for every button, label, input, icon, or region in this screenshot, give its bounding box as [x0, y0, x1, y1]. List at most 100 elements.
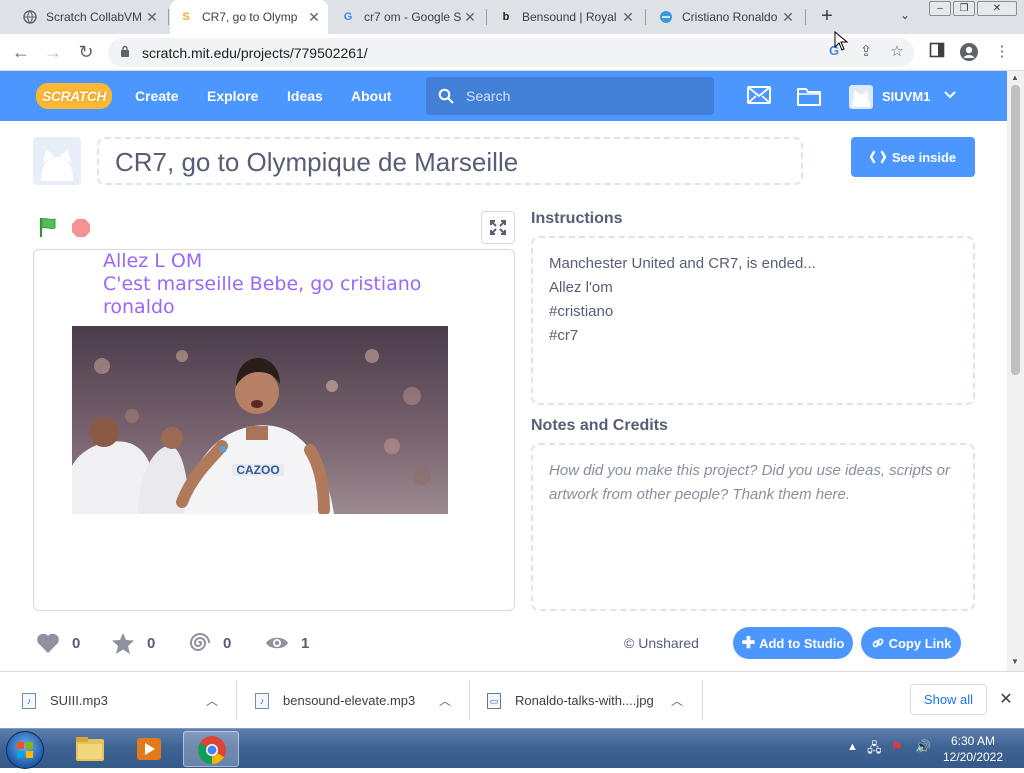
chevron-up-icon[interactable]: ︿ — [206, 692, 218, 709]
volume-icon[interactable]: 🔊 — [915, 739, 931, 755]
favorite-count-value: 0 — [147, 634, 156, 652]
scroll-down-icon[interactable]: ▼ — [1011, 657, 1019, 666]
nav-ideas[interactable]: Ideas — [287, 88, 323, 104]
instructions-text-area[interactable]: Manchester United and CR7, is ended... A… — [531, 236, 975, 405]
tab-divider — [645, 9, 646, 25]
windows-start-button[interactable] — [6, 731, 44, 769]
notes-text-area[interactable]: How did you make this project? Did you u… — [531, 443, 975, 611]
site-icon — [658, 9, 674, 25]
add-to-studio-button[interactable]: ✚ Add to Studio — [733, 627, 853, 659]
close-tab-icon[interactable]: ✕ — [462, 9, 478, 26]
tab-title: cr7 om - Google S — [364, 10, 462, 24]
unshared-label: Unshared — [638, 635, 699, 651]
download-item-suiii[interactable]: ♪ SUIII.mp3 ︿ — [22, 672, 232, 729]
show-all-downloads-button[interactable]: Show all — [910, 684, 987, 715]
scratch-logo[interactable]: SCRATCH — [36, 83, 112, 109]
unshared-status: © Unshared — [624, 635, 699, 651]
project-stage[interactable]: Allez L OM C'est marseille Bebe, go cris… — [33, 249, 515, 611]
search-icon — [438, 88, 454, 104]
search-input[interactable] — [466, 87, 696, 105]
instructions-line: #cr7 — [549, 327, 579, 344]
chevron-down-icon[interactable]: ⌄ — [896, 8, 914, 26]
tab-cristiano-ronaldo[interactable]: Cristiano Ronaldo ✕ — [650, 0, 802, 34]
nav-create[interactable]: Create — [135, 88, 179, 104]
tab-title: CR7, go to Olymp — [202, 10, 298, 24]
globe-icon — [22, 9, 38, 25]
scratch-navbar: SCRATCH Create Explore Ideas About SIUVM… — [0, 71, 1007, 121]
tab-scratch-project[interactable]: S CR7, go to Olymp ✕ — [170, 0, 328, 34]
clock-date: 12/20/2022 — [942, 750, 1004, 764]
forward-arrow-icon[interactable]: → — [42, 42, 64, 64]
add-to-studio-label: Add to Studio — [759, 635, 845, 651]
download-divider — [236, 680, 237, 720]
action-center-icon[interactable]: ⚑ — [891, 739, 903, 755]
back-arrow-icon[interactable]: ← — [10, 42, 32, 64]
tab-scratch-collabvm[interactable]: Scratch CollabVM ✕ — [14, 0, 166, 34]
profile-icon[interactable] — [959, 42, 979, 62]
chevron-up-icon[interactable]: ▲ — [847, 741, 858, 753]
green-flag-icon[interactable] — [38, 216, 60, 238]
tab-strip: Scratch CollabVM ✕ S CR7, go to Olymp ✕ … — [0, 0, 1024, 34]
chevron-up-icon[interactable]: ︿ — [671, 692, 683, 709]
taskbar-explorer[interactable] — [62, 731, 118, 767]
messages-icon[interactable] — [747, 86, 771, 107]
nav-about[interactable]: About — [351, 88, 391, 104]
close-tab-icon[interactable]: ✕ — [306, 9, 322, 26]
project-title-field[interactable]: CR7, go to Olympique de Marseille — [97, 137, 803, 185]
side-panel-icon[interactable] — [927, 42, 947, 62]
close-window-button[interactable]: ✕ — [977, 1, 1017, 16]
close-tab-icon[interactable]: ✕ — [144, 9, 160, 26]
jersey-sponsor-text: CAZOO — [236, 463, 279, 477]
network-icon[interactable]: 🖧 — [867, 739, 882, 761]
nav-explore[interactable]: Explore — [207, 88, 258, 104]
download-item-bensound[interactable]: ♪ bensound-elevate.mp3 ︿ — [255, 672, 465, 729]
windows-taskbar: ▲ 🖧 ⚑ 🔊 6:30 AM 12/20/2022 — [0, 728, 1024, 769]
copy-link-button[interactable]: Copy Link — [861, 627, 961, 659]
eye-icon — [266, 637, 288, 649]
tab-title: Cristiano Ronaldo — [682, 10, 778, 24]
star-icon[interactable]: ☆ — [887, 42, 907, 62]
tab-google-search[interactable]: G cr7 om - Google S ✕ — [332, 0, 484, 34]
audio-file-icon: ♪ — [22, 692, 36, 709]
close-download-bar-icon[interactable]: ✕ — [998, 689, 1014, 708]
taskbar-clock[interactable]: 6:30 AM 12/20/2022 — [938, 733, 1008, 765]
see-inside-label: See inside — [891, 149, 957, 165]
love-count-value: 0 — [72, 634, 81, 652]
love-count[interactable]: 0 — [36, 631, 80, 655]
folder-icon — [76, 737, 104, 761]
favorite-count[interactable]: 0 — [111, 631, 155, 655]
download-item-ronaldo-jpg[interactable]: ▭ Ronaldo-talks-with....jpg ︿ — [487, 672, 697, 729]
search-box[interactable] — [426, 77, 714, 115]
chevron-down-icon[interactable] — [944, 88, 956, 102]
stop-sign-icon[interactable] — [71, 218, 91, 238]
kebab-menu-icon[interactable]: ⋮ — [992, 42, 1012, 62]
project-author-avatar[interactable] — [33, 137, 81, 185]
remix-count-value: 0 — [223, 634, 232, 652]
share-icon[interactable]: ⇪ — [856, 42, 876, 62]
avatar[interactable] — [849, 85, 873, 109]
taskbar-chrome[interactable] — [183, 731, 239, 767]
fullscreen-button[interactable] — [481, 211, 515, 244]
minimize-button[interactable]: – — [929, 1, 951, 16]
page-scrollbar[interactable]: ▲ ▼ — [1007, 71, 1024, 671]
maximize-button[interactable]: ❐ — [953, 1, 975, 16]
see-inside-button[interactable]: See inside — [851, 137, 975, 177]
close-tab-icon[interactable]: ✕ — [620, 9, 636, 26]
scrollbar-thumb[interactable] — [1011, 85, 1020, 375]
reload-icon[interactable]: ↻ — [75, 42, 97, 64]
instructions-heading: Instructions — [531, 210, 623, 227]
download-divider — [469, 680, 470, 720]
close-tab-icon[interactable]: ✕ — [780, 9, 796, 26]
download-divider — [702, 680, 703, 720]
tab-bensound[interactable]: b Bensound | Royal ✕ — [490, 0, 642, 34]
scroll-up-icon[interactable]: ▲ — [1011, 73, 1019, 82]
chevron-up-icon[interactable]: ︿ — [439, 692, 451, 709]
stage-text-line: C'est marseille Bebe, go cristiano ronal… — [103, 273, 422, 318]
taskbar-media-player[interactable] — [121, 731, 177, 767]
my-stuff-folder-icon[interactable] — [797, 86, 821, 109]
instructions-line: Allez l'om — [549, 279, 613, 296]
address-bar[interactable]: scratch.mit.edu/projects/779502261/ G ⇪ … — [108, 38, 914, 67]
username[interactable]: SIUVM1 — [882, 89, 930, 104]
stage-text-line: Allez L OM — [103, 250, 203, 272]
new-tab-button[interactable]: + — [816, 6, 838, 28]
